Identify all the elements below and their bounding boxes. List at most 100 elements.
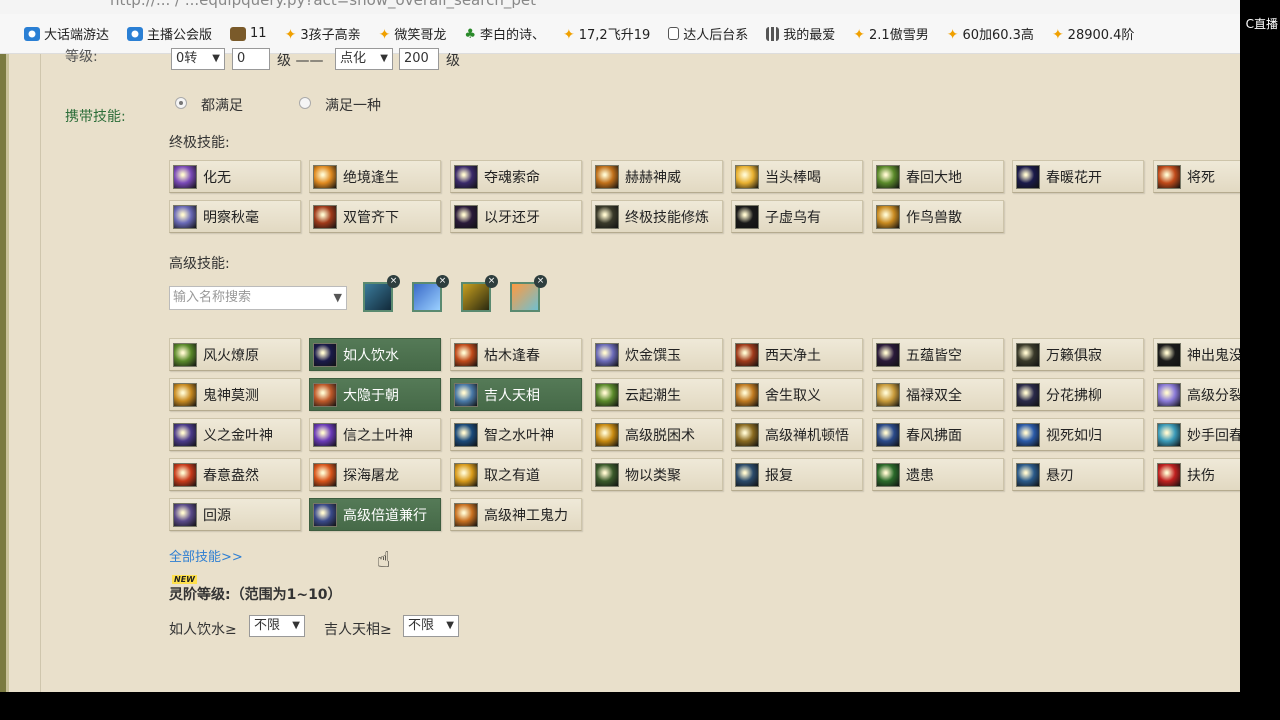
skill-button[interactable]: 回源 [169,498,301,531]
remove-icon[interactable]: × [387,275,400,288]
skill-button[interactable]: 高级倍道兼行 [309,498,441,531]
bookmark-item[interactable]: 我的最爱 [766,24,835,43]
bookmark-item[interactable]: ✦ 28900.4阶 [1052,24,1135,44]
skill-button[interactable]: 智之水叶神 [450,418,582,451]
skill-button[interactable]: 春风拂面 [872,418,1004,451]
skill-button[interactable]: 报复 [731,458,863,491]
radio-any-satisfy[interactable] [299,97,311,109]
level-mid-text: 级 —— [277,53,324,69]
bookmark-item[interactable]: ♣ 李白的诗、 [464,24,545,44]
skill-button[interactable]: 以牙还牙 [450,200,582,233]
spirit-item1-select[interactable]: 不限 ▼ [249,615,305,637]
bookmark-item[interactable]: 主播公会版 [127,24,212,43]
skill-button[interactable]: 分花拂柳 [1012,378,1144,411]
skill-button[interactable]: 枯木逢春 [450,338,582,371]
bookmark-item[interactable]: 大话端游达 [24,24,109,43]
all-skills-link[interactable]: 全部技能>> [169,546,243,565]
skill-label: 终极技能修炼 [625,209,709,226]
skill-button[interactable]: 夺魂索命 [450,160,582,193]
radio-all-satisfy[interactable] [175,97,187,109]
skill-button[interactable]: 高级神工鬼力 [450,498,582,531]
skill-button[interactable]: 明察秋毫 [169,200,301,233]
bookmark-label: 2.1傲雪男 [869,28,929,43]
skill-button[interactable]: 大隐于朝 [309,378,441,411]
skill-button[interactable]: 终极技能修炼 [591,200,723,233]
skill-label: 以牙还牙 [484,209,540,226]
selected-skill-chip[interactable]: × [363,275,400,312]
skill-button[interactable]: 视死如归 [1012,418,1144,451]
skill-button[interactable]: 绝境逢生 [309,160,441,193]
skill-icon [454,382,478,407]
bookmark-label: 60加60.3高 [962,28,1034,43]
radio-all-label: 都满足 [201,98,243,114]
browser-e-icon [127,26,144,41]
skill-button[interactable]: 作鸟兽散 [872,200,1004,233]
skill-icon [876,462,900,487]
skill-button[interactable]: 云起潮生 [591,378,723,411]
selected-skill-chip[interactable]: × [510,275,547,312]
skill-button[interactable]: 如人饮水 [309,338,441,371]
bookmark-item[interactable]: ✦ 2.1傲雪男 [853,24,929,44]
skill-button[interactable]: 子虚乌有 [731,200,863,233]
skill-button[interactable]: 化无 [169,160,301,193]
skill-button[interactable]: 鬼神莫测 [169,378,301,411]
skill-label: 妙手回春 [1187,427,1240,444]
address-bar[interactable]: http://... / ...equipquery.py?act=show_o… [0,0,1240,14]
skill-search-input[interactable]: 输入名称搜索 ▼ [169,286,347,310]
rebirth-select-value: 0转 [176,51,198,66]
bookmark-item[interactable]: ✦ 3孩子高亲 [285,24,361,44]
skill-button[interactable]: 春暖花开 [1012,160,1144,193]
remove-icon[interactable]: × [485,275,498,288]
skill-icon [735,422,759,447]
skill-button[interactable]: 义之金叶神 [169,418,301,451]
spirit-item2-select[interactable]: 不限 ▼ [403,615,459,637]
skill-button[interactable]: 风火燎原 [169,338,301,371]
selected-skill-chip[interactable]: × [461,275,498,312]
skill-button[interactable]: 五蕴皆空 [872,338,1004,371]
skill-button[interactable]: 高级禅机顿悟 [731,418,863,451]
bookmark-item[interactable]: ✦ 60加60.3高 [947,24,1034,44]
skill-button[interactable]: 西天净土 [731,338,863,371]
skill-button[interactable]: 神出鬼没 [1153,338,1240,371]
skill-button[interactable]: 遗患 [872,458,1004,491]
skill-button[interactable]: 高级脱困术 [591,418,723,451]
level-min-input[interactable]: 0 [232,48,270,70]
bookmark-item[interactable]: ✦ 微笑哥龙 [379,24,447,44]
remove-icon[interactable]: × [534,275,547,288]
ultimate-skills-heading: 终极技能: [169,135,230,151]
skill-label: 高级倍道兼行 [343,507,427,524]
bookmark-item[interactable]: ✦ 17,2飞升19 [563,24,650,44]
skill-button[interactable]: 高级分裂 [1153,378,1240,411]
skill-icon [1016,342,1040,367]
level-type-select[interactable]: 点化 ▼ [335,48,393,70]
rebirth-select[interactable]: 0转 ▼ [171,48,225,70]
skill-button[interactable]: 将死 [1153,160,1240,193]
skill-button[interactable]: 春意盎然 [169,458,301,491]
bookmark-item[interactable]: 达人后台系 [668,24,748,43]
skill-button[interactable]: 物以类聚 [591,458,723,491]
skill-button[interactable]: 当头棒喝 [731,160,863,193]
skill-icon [173,204,197,229]
skill-button[interactable]: 扶伤 [1153,458,1240,491]
skill-button[interactable]: 炊金馔玉 [591,338,723,371]
skill-label: 分花拂柳 [1046,387,1102,404]
skill-button[interactable]: 赫赫神威 [591,160,723,193]
skill-icon [1016,382,1040,407]
skill-button[interactable]: 探海屠龙 [309,458,441,491]
skill-button[interactable]: 春回大地 [872,160,1004,193]
skill-button[interactable]: 舍生取义 [731,378,863,411]
skill-button[interactable]: 妙手回春 [1153,418,1240,451]
bookmark-item[interactable]: 11 [230,26,267,41]
advanced-skills-heading: 高级技能: [169,256,230,272]
remove-icon[interactable]: × [436,275,449,288]
skill-button[interactable]: 福禄双全 [872,378,1004,411]
level-max-input[interactable]: 200 [399,48,439,70]
skill-label: 赫赫神威 [625,169,681,186]
skill-button[interactable]: 吉人天相 [450,378,582,411]
skill-button[interactable]: 信之土叶神 [309,418,441,451]
selected-skill-chip[interactable]: × [412,275,449,312]
skill-button[interactable]: 取之有道 [450,458,582,491]
skill-button[interactable]: 双管齐下 [309,200,441,233]
skill-button[interactable]: 万籁俱寂 [1012,338,1144,371]
skill-button[interactable]: 悬刃 [1012,458,1144,491]
